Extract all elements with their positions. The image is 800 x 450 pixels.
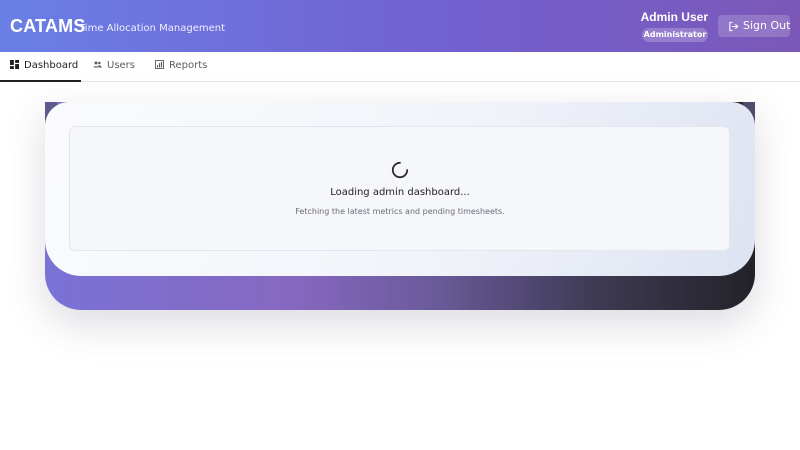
tab-dashboard[interactable]: Dashboard — [0, 52, 81, 82]
tab-bar: Dashboard Users Reports — [0, 52, 800, 82]
app-header: CATAMS Time Allocation Management Admin … — [0, 0, 800, 52]
tab-reports-label: Reports — [169, 60, 208, 71]
role-badge: Administrator — [642, 28, 708, 42]
sign-out-icon — [729, 21, 739, 32]
loading-subtitle: Fetching the latest metrics and pending … — [295, 207, 505, 216]
sign-out-button[interactable]: Sign Out — [718, 15, 790, 37]
tab-users-label: Users — [107, 60, 136, 71]
tab-dashboard-label: Dashboard — [24, 60, 79, 71]
app-logo[interactable]: CATAMS — [10, 15, 86, 37]
loading-title: Loading admin dashboard... — [330, 187, 470, 198]
app-subtitle: Time Allocation Management — [79, 23, 226, 34]
users-icon — [93, 61, 102, 67]
tab-users[interactable]: Users — [93, 52, 135, 82]
spinner-icon — [391, 161, 409, 179]
sign-out-label: Sign Out — [743, 19, 791, 32]
user-name: Admin User — [640, 10, 708, 24]
reports-icon — [155, 59, 164, 69]
dashboard-icon — [10, 59, 19, 69]
tab-reports[interactable]: Reports — [155, 52, 207, 82]
